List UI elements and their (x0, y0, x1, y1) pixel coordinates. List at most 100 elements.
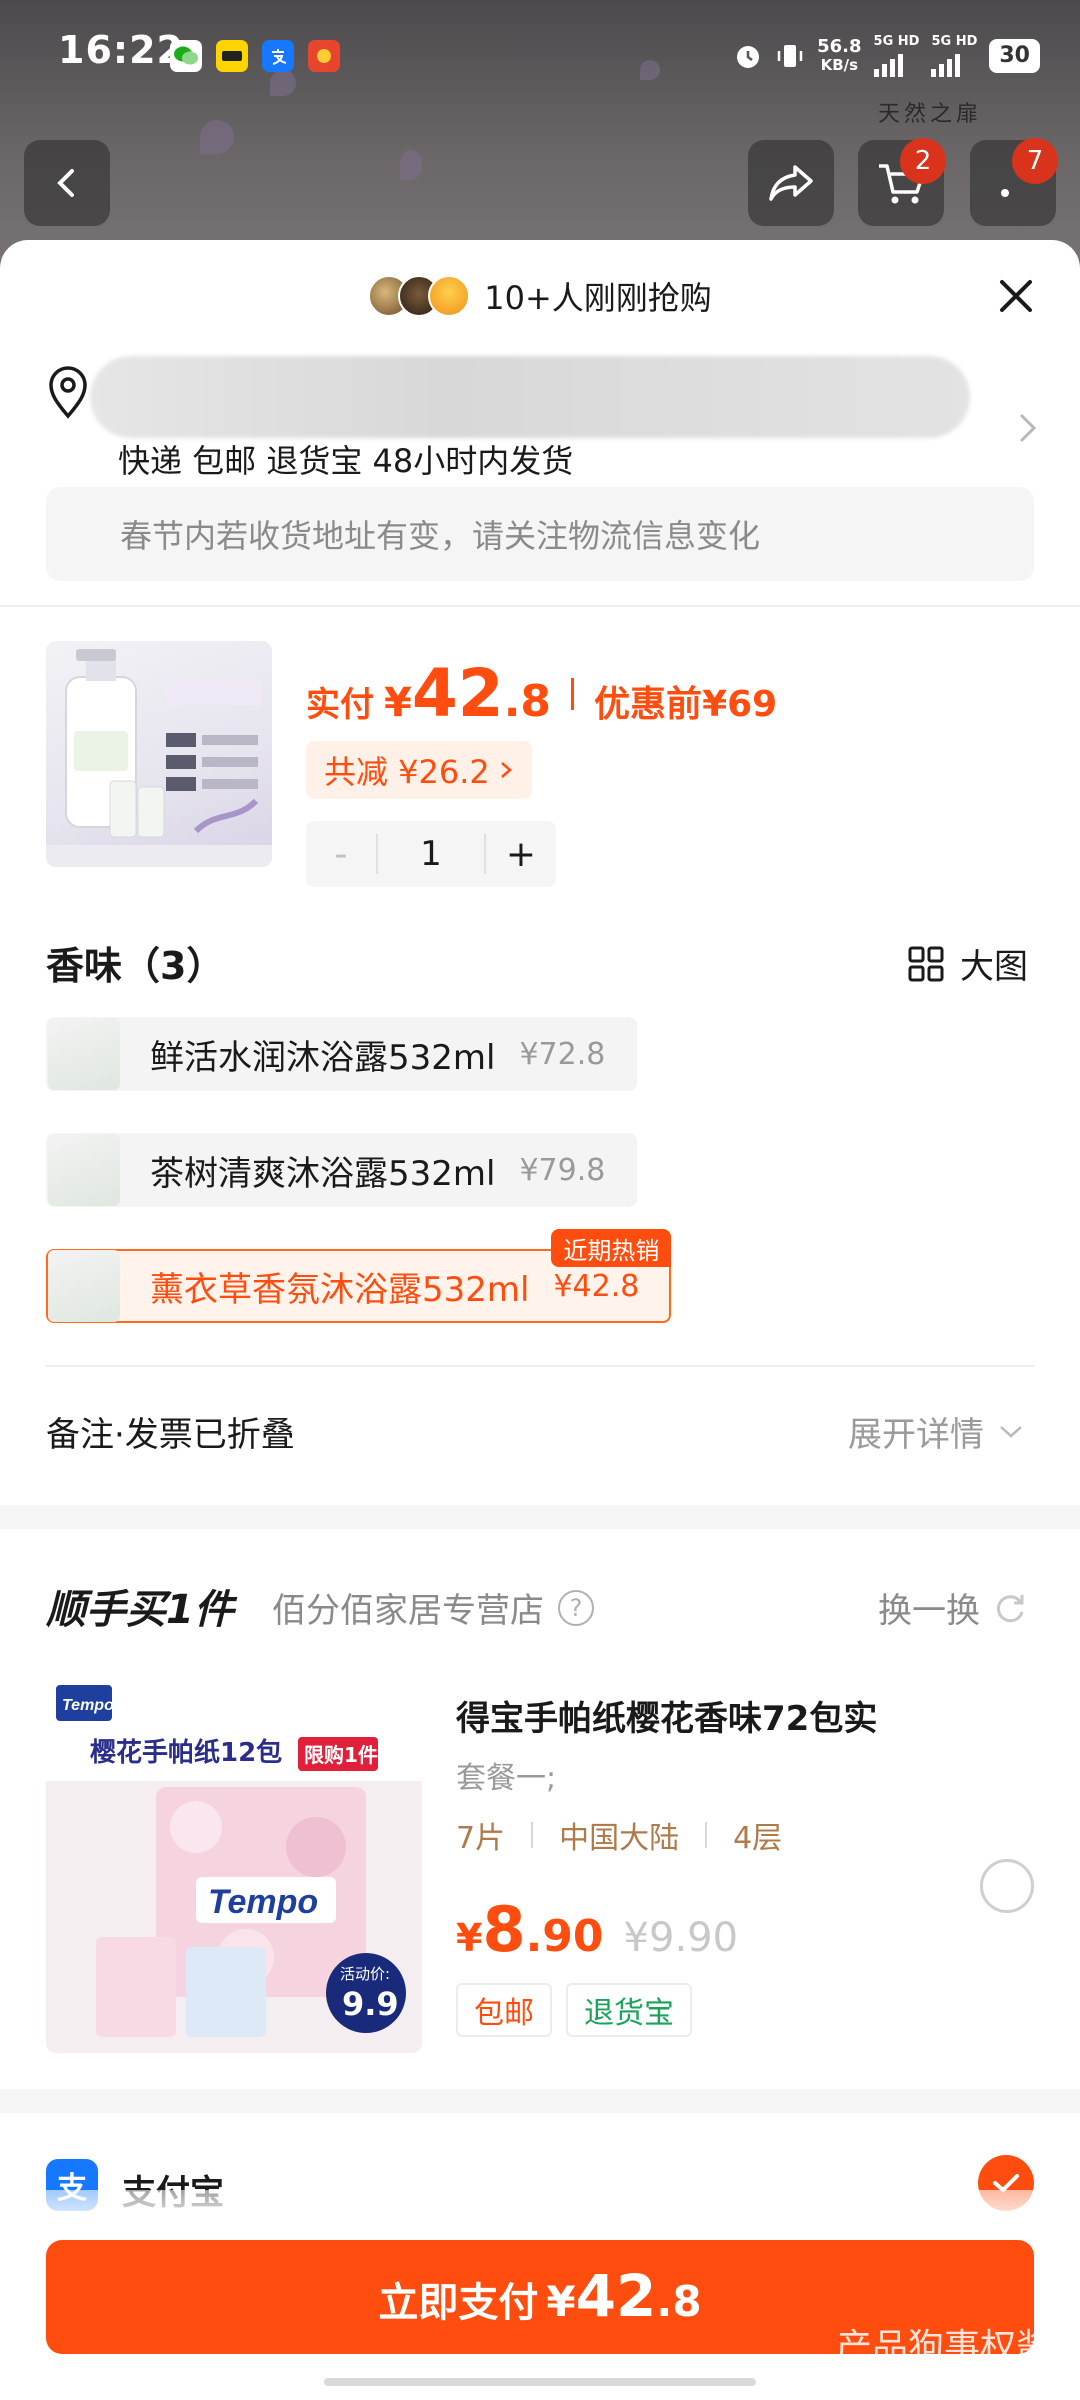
discount-badge[interactable]: 共减 ¥26.2 (306, 741, 532, 799)
share-icon (769, 165, 813, 201)
remark-invoice-row[interactable]: 备注·发票已折叠 展开详情 (46, 1365, 1034, 1505)
price-integer: 8 (482, 1893, 526, 1966)
currency-symbol: ¥ (546, 2277, 576, 2326)
signal-2-label: 5G HD (931, 34, 978, 49)
signal-1-label: 5G HD (873, 34, 920, 49)
variant-name: 茶树清爽沐浴露532ml (150, 1153, 496, 1194)
cart-button[interactable]: 2 (858, 138, 946, 226)
signal-bars-icon (873, 49, 920, 77)
help-icon[interactable]: ? (558, 1589, 594, 1626)
variant-name: 薰衣草香氛沐浴露532ml (150, 1269, 530, 1310)
quantity-stepper: - 1 + (306, 821, 556, 887)
product-image[interactable] (46, 641, 272, 867)
checkout-sheet: 10+人刚刚抢购 快递 包邮 退货宝 48小时内发货 春节内若收货地址有变，请关… (0, 240, 1080, 2400)
variant-header: 香味（3） 大图 (0, 907, 1080, 1017)
share-button[interactable] (748, 140, 834, 226)
attr-separator (531, 1822, 534, 1848)
speed-value: 56.8 (817, 35, 862, 57)
attr-separator (705, 1822, 708, 1848)
variant-name: 鲜活水润沐浴露532ml (150, 1037, 496, 1078)
notification-icons (170, 40, 340, 72)
more-button[interactable]: 7 (970, 138, 1058, 226)
price-integer: 42 (575, 2262, 657, 2330)
store-name: 佰分佰家居专营店 (272, 1591, 544, 1631)
sheet-header: 10+人刚刚抢购 (0, 240, 1080, 352)
variant-option-selected[interactable]: 薰衣草香氛沐浴露532ml ¥42.8 近期热销 (46, 1229, 672, 1323)
variant-thumbnail (48, 1250, 120, 1322)
section-gap (0, 2089, 1080, 2113)
back-button[interactable] (24, 140, 110, 226)
variant-price: ¥79.8 (519, 1152, 606, 1188)
original-price: ¥9.90 (623, 1915, 739, 1961)
price-decimal: .8 (656, 2277, 702, 2326)
shipping-info: 快递 包邮 退货宝 48小时内发货 (118, 442, 574, 480)
product-summary: 实付 ¥ 42 .8 优惠前 ¥69 共减 ¥26.2 - 1 + (0, 607, 1080, 907)
brand-logo-text: 天然之扉 (877, 102, 982, 127)
alarm-icon (737, 45, 760, 68)
addon-package: 套餐一; (456, 1761, 557, 1796)
image-title: 樱花手帕纸12包 (90, 1737, 282, 1768)
location-pin-icon (49, 366, 87, 419)
discount-text: 共减 ¥26.2 (324, 753, 490, 791)
addon-select-radio[interactable] (980, 1859, 1034, 1913)
addon-title: 顺手买1件 (46, 1587, 234, 1633)
variant-options: 鲜活水润沐浴露532ml ¥72.8 茶树清爽沐浴露532ml ¥79.8 薰衣… (0, 1017, 1080, 1365)
attr-origin: 中国大陆 (559, 1821, 680, 1856)
paid-label: 实付 (306, 685, 374, 725)
attr-layers: 4层 (733, 1821, 783, 1856)
close-icon[interactable] (992, 272, 1040, 320)
tissue-pack-image: Tempo 樱花手帕纸12包 限购1件 Tempo 活动价: 9.9 (46, 1677, 422, 2053)
miniapp-icon (216, 40, 248, 72)
variant-thumbnail (48, 1134, 120, 1206)
addon-product-name: 得宝手帕纸樱花香味72包实 (456, 1699, 878, 1739)
home-indicator[interactable] (324, 2378, 756, 2386)
pay-bar: 立即支付 ¥ 42 .8 产品狗事权酱 (0, 2190, 1080, 2400)
variant-option[interactable]: 鲜活水润沐浴露532ml ¥72.8 (46, 1017, 638, 1091)
attr-count: 7片 (456, 1821, 506, 1856)
network-speed: 56.8 KB/s (817, 35, 862, 74)
address-section[interactable]: 快递 包邮 退货宝 48小时内发货 (0, 352, 1080, 487)
hot-sale-tag: 近期热销 (551, 1229, 672, 1267)
product-nav-bar: 2 7 (0, 138, 1080, 230)
swap-label: 换一换 (878, 1591, 980, 1631)
quantity-value[interactable]: 1 (376, 834, 486, 874)
signal-2: 5G HD (931, 34, 977, 77)
speed-unit: KB/s (820, 55, 859, 74)
before-discount-label: 优惠前 (594, 684, 703, 725)
addon-tags: 包邮 退货宝 (456, 1983, 692, 2037)
alipay-icon (262, 40, 294, 72)
addon-product-image[interactable]: Tempo 樱花手帕纸12包 限购1件 Tempo 活动价: 9.9 (46, 1677, 422, 2053)
signal-1: 5G HD (873, 34, 920, 77)
address-notice: 春节内若收货地址有变，请关注物流信息变化 (46, 487, 1034, 581)
swap-button[interactable]: 换一换 (878, 1583, 1028, 1632)
variant-price: ¥42.8 (553, 1268, 640, 1304)
variant-title: 香味（3） (46, 944, 225, 988)
variant-price: ¥72.8 (519, 1036, 606, 1072)
expand-label: 展开详情 (848, 1415, 984, 1455)
addon-price: ¥ 8 .90 ¥9.90 (456, 1893, 738, 1966)
refresh-icon (996, 1594, 1024, 1622)
image-promo-price: 9.9 (342, 1985, 399, 2023)
decrease-button[interactable]: - (306, 834, 376, 875)
battery-indicator: 30 (989, 38, 1040, 73)
cart-badge: 2 (900, 138, 946, 184)
variant-option[interactable]: 茶树清爽沐浴露532ml ¥79.8 (46, 1133, 638, 1207)
addon-attributes: 7片 中国大陆 4层 (456, 1813, 782, 1857)
free-shipping-tag: 包邮 (456, 1983, 552, 2037)
section-gap (0, 1505, 1080, 1529)
currency-symbol: ¥ (384, 680, 412, 726)
large-view-toggle[interactable]: 大图 (908, 939, 1028, 988)
increase-button[interactable]: + (486, 834, 556, 875)
image-promo-label: 活动价: (340, 1965, 390, 1983)
tempo-logo-small: Tempo (62, 1697, 114, 1714)
return-insurance-tag: 退货宝 (566, 1983, 692, 2037)
expand-details[interactable]: 展开详情 (848, 1407, 1024, 1456)
vibrate-icon (777, 44, 803, 67)
watermark-text: 产品狗事权酱 (835, 2327, 1052, 2368)
buyer-avatars (368, 275, 471, 317)
status-time: 16:22 (58, 28, 184, 72)
signal-bars-icon (931, 49, 977, 77)
body-wash-bottle-image (46, 649, 272, 867)
price-decimal: .90 (525, 1911, 604, 1962)
message-badge: 7 (1012, 138, 1058, 184)
